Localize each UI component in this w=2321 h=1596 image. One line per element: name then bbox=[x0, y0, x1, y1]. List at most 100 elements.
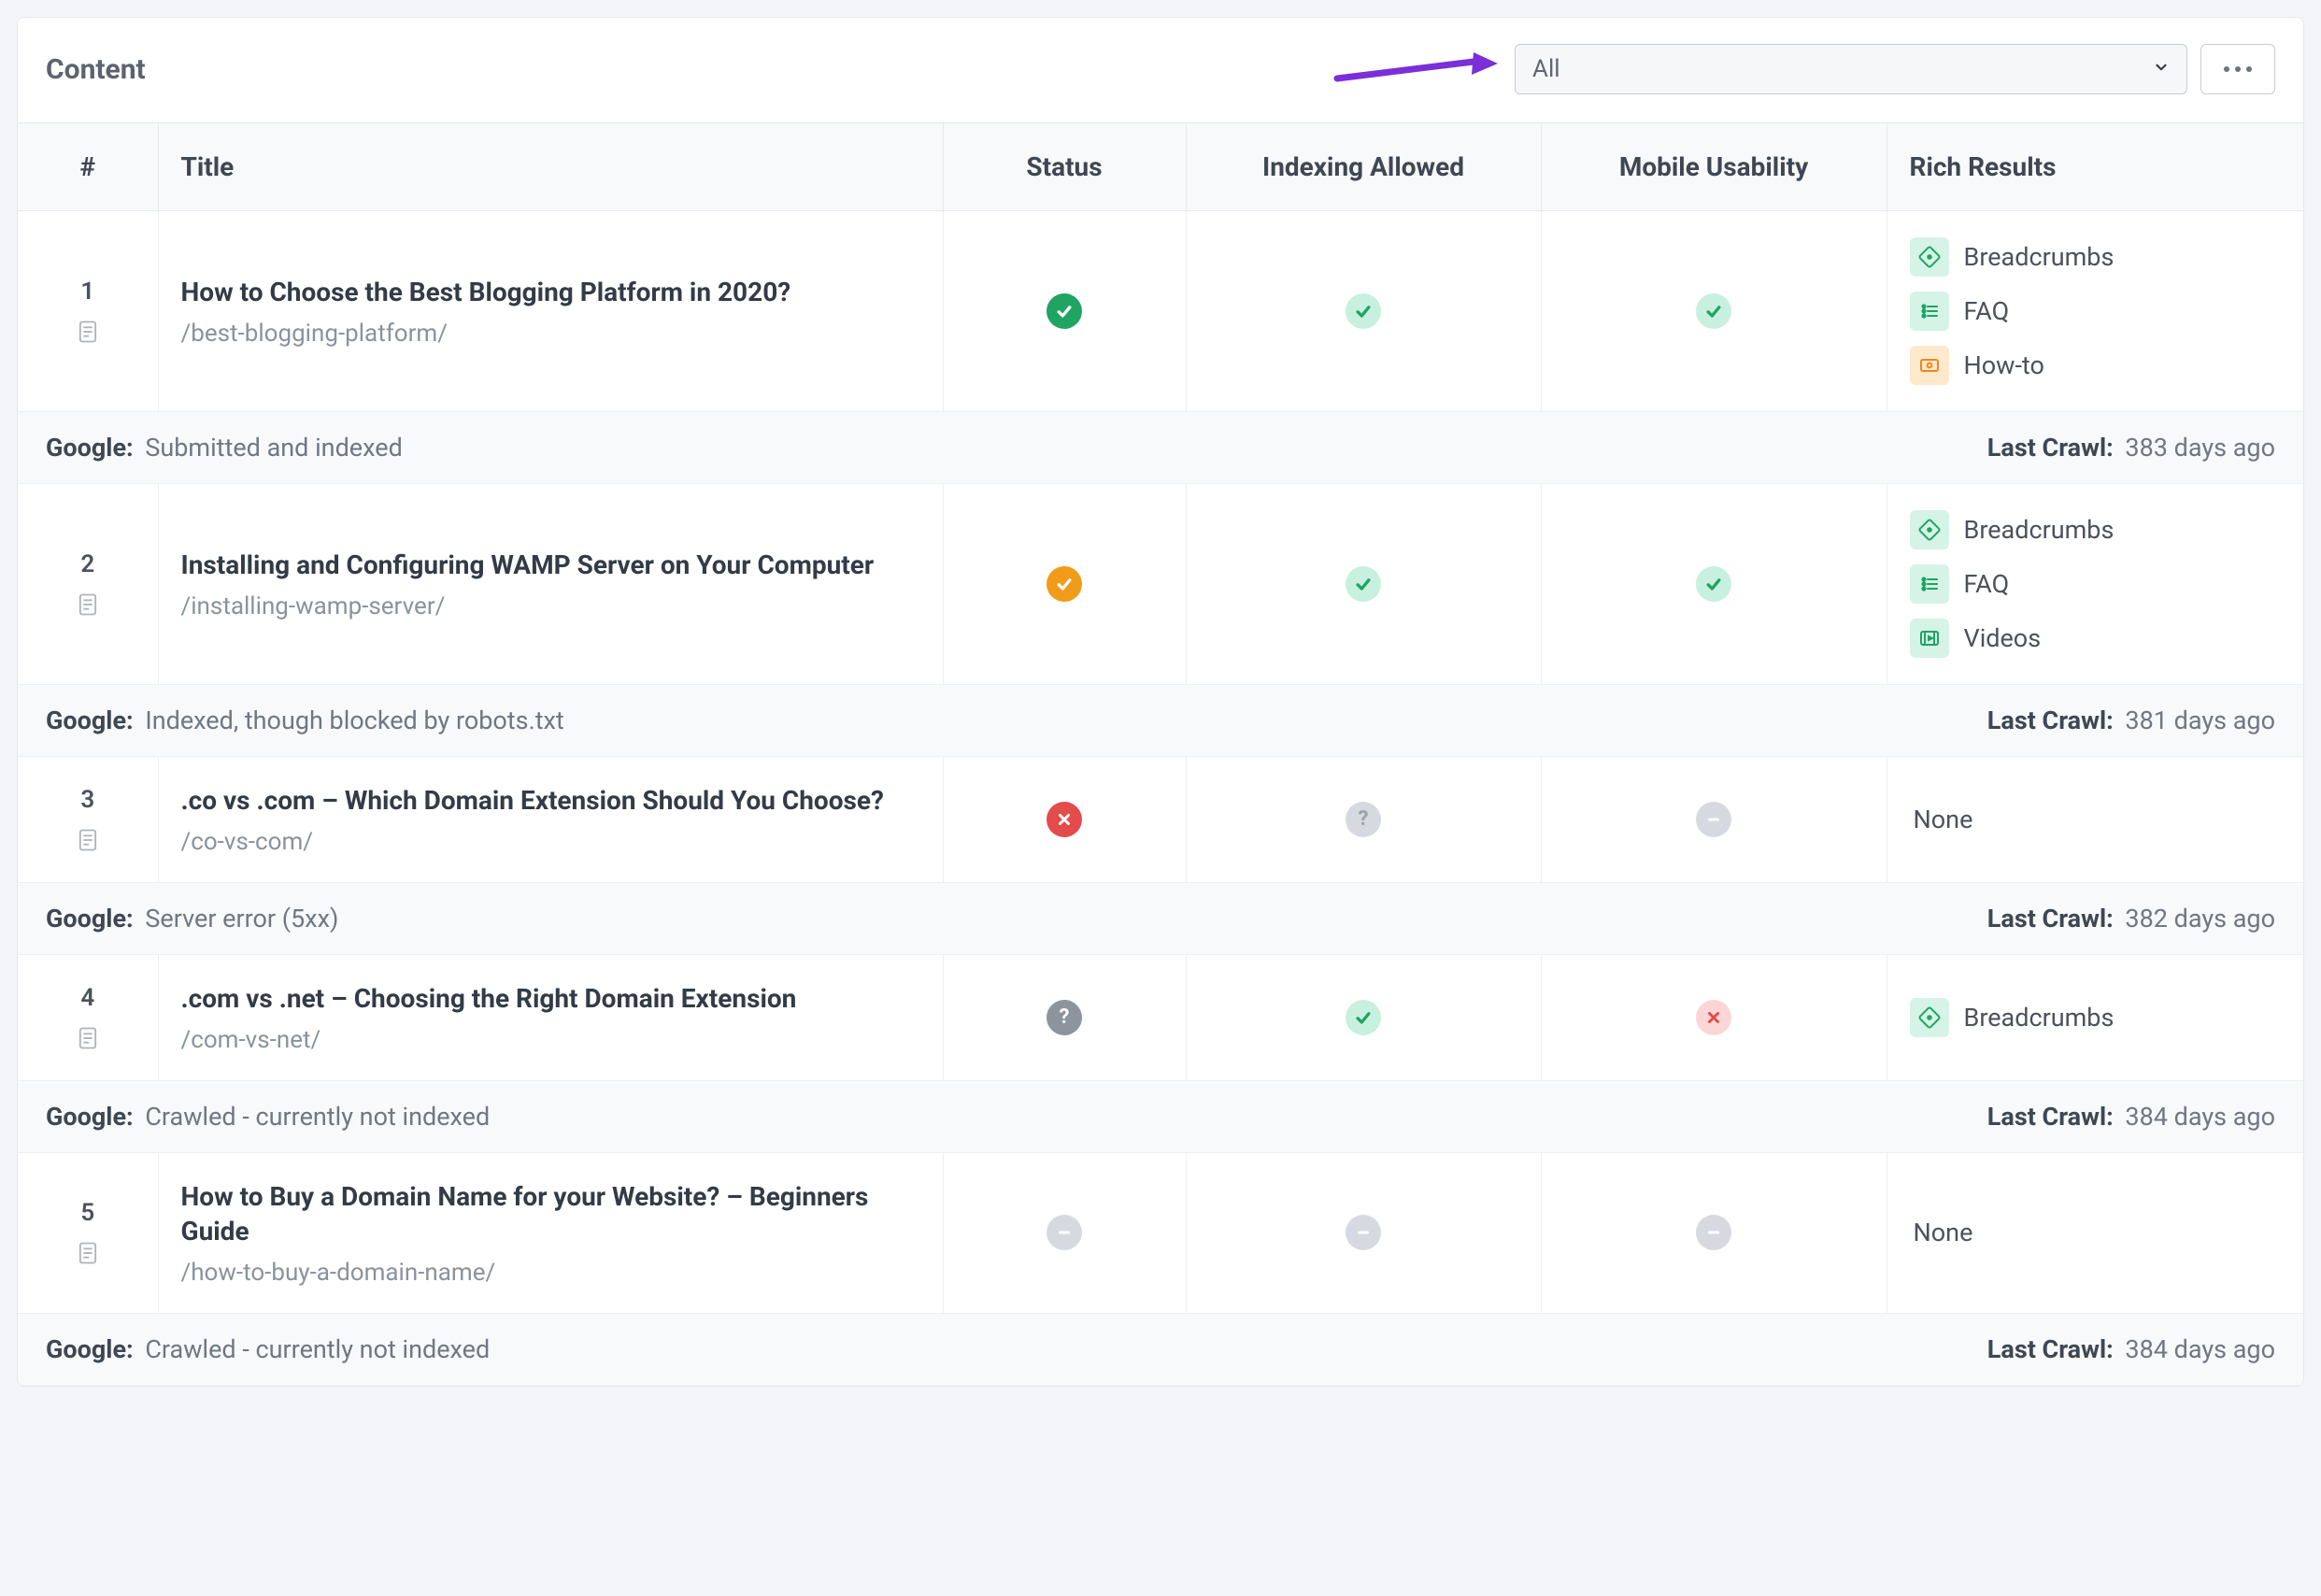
status-indicator-icon bbox=[1346, 1215, 1381, 1250]
last-crawl-label: Last Crawl: bbox=[1987, 1334, 2114, 1364]
col-header-status[interactable]: Status bbox=[943, 123, 1186, 211]
panel-title: Content bbox=[46, 53, 146, 86]
rich-results-cell: Breadcrumbs bbox=[1887, 954, 2303, 1080]
rich-result-item: Breadcrumbs bbox=[1910, 510, 2282, 549]
status-cell bbox=[943, 1152, 1186, 1314]
status-indicator-icon bbox=[1047, 802, 1082, 837]
row-title[interactable]: .co vs .com – Which Domain Extension Sho… bbox=[181, 783, 920, 819]
chevron-down-icon bbox=[2153, 59, 2170, 80]
row-path: /best-blogging-platform/ bbox=[181, 320, 920, 348]
title-cell: Installing and Configuring WAMP Server o… bbox=[158, 484, 943, 685]
indexing-cell bbox=[1186, 211, 1541, 412]
row-title[interactable]: How to Buy a Domain Name for your Websit… bbox=[181, 1179, 920, 1250]
document-icon bbox=[40, 827, 135, 853]
howto-icon bbox=[1910, 346, 1949, 385]
col-header-rich[interactable]: Rich Results bbox=[1887, 123, 2303, 211]
rich-result-item: FAQ bbox=[1910, 292, 2282, 331]
status-indicator-icon bbox=[1346, 1000, 1381, 1035]
content-table: # Title Status Indexing Allowed Mobile U… bbox=[18, 122, 2303, 1386]
row-number-cell: 3 bbox=[18, 757, 158, 883]
content-panel: Content All # bbox=[17, 17, 2304, 1387]
status-indicator-icon bbox=[1346, 293, 1381, 329]
google-status: Google: Indexed, though blocked by robot… bbox=[46, 705, 564, 735]
row-number-cell: 1 bbox=[18, 211, 158, 412]
row-title[interactable]: Installing and Configuring WAMP Server o… bbox=[181, 548, 920, 583]
table-meta-row: Google: Submitted and indexed Last Crawl… bbox=[18, 412, 2303, 484]
last-crawl-label: Last Crawl: bbox=[1987, 433, 2114, 463]
last-crawl-label: Last Crawl: bbox=[1987, 904, 2114, 933]
rich-result-label: FAQ bbox=[1964, 296, 2010, 326]
mobile-cell bbox=[1541, 954, 1887, 1080]
rich-result-item: Breadcrumbs bbox=[1910, 237, 2282, 277]
row-path: /co-vs-com/ bbox=[181, 828, 920, 856]
rich-results-none: None bbox=[1910, 1218, 2282, 1247]
rich-results-cell: Breadcrumbs FAQ How-to bbox=[1887, 211, 2303, 412]
rich-result-item: How-to bbox=[1910, 346, 2282, 385]
rich-results-list: Breadcrumbs FAQ How-to bbox=[1910, 237, 2282, 385]
table-meta-row: Google: Crawled - currently not indexed … bbox=[18, 1080, 2303, 1152]
rich-results-none: None bbox=[1910, 805, 2282, 834]
rich-result-label: Breadcrumbs bbox=[1964, 515, 2115, 545]
mobile-cell bbox=[1541, 211, 1887, 412]
row-title[interactable]: .com vs .net – Choosing the Right Domain… bbox=[181, 981, 920, 1017]
status-indicator-icon bbox=[1696, 566, 1731, 602]
document-icon bbox=[40, 1025, 135, 1051]
indexing-cell bbox=[1186, 954, 1541, 1080]
rich-result-item: Videos bbox=[1910, 619, 2282, 658]
table-row[interactable]: 3 .co vs .com – Which Domain Extension S… bbox=[18, 757, 2303, 883]
col-header-title[interactable]: Title bbox=[158, 123, 943, 211]
breadcrumbs-icon bbox=[1910, 510, 1949, 549]
google-label: Google: bbox=[46, 705, 134, 735]
google-status: Google: Submitted and indexed bbox=[46, 433, 403, 463]
row-path: /com-vs-net/ bbox=[181, 1026, 920, 1054]
status-indicator-icon bbox=[1696, 1215, 1731, 1250]
col-header-indexing[interactable]: Indexing Allowed bbox=[1186, 123, 1541, 211]
last-crawl-label: Last Crawl: bbox=[1987, 705, 2114, 735]
table-row[interactable]: 2 Installing and Configuring WAMP Server… bbox=[18, 484, 2303, 685]
status-indicator-icon: ? bbox=[1047, 1000, 1082, 1035]
title-cell: How to Choose the Best Blogging Platform… bbox=[158, 211, 943, 412]
rich-result-label: Videos bbox=[1964, 623, 2042, 653]
table-row[interactable]: 1 How to Choose the Best Blogging Platfo… bbox=[18, 211, 2303, 412]
more-options-button[interactable] bbox=[2200, 44, 2275, 94]
table-row[interactable]: 5 How to Buy a Domain Name for your Webs… bbox=[18, 1152, 2303, 1314]
last-crawl: Last Crawl: 384 days ago bbox=[1987, 1334, 2275, 1364]
google-label: Google: bbox=[46, 1334, 134, 1364]
table-row[interactable]: 4 .com vs .net – Choosing the Right Doma… bbox=[18, 954, 2303, 1080]
indexing-cell bbox=[1186, 1152, 1541, 1314]
status-indicator-icon bbox=[1696, 1000, 1731, 1035]
row-number: 5 bbox=[40, 1199, 135, 1227]
last-crawl: Last Crawl: 382 days ago bbox=[1987, 904, 2275, 933]
google-label: Google: bbox=[46, 1102, 134, 1132]
row-number-cell: 4 bbox=[18, 954, 158, 1080]
row-number-cell: 2 bbox=[18, 484, 158, 685]
title-cell: .co vs .com – Which Domain Extension Sho… bbox=[158, 757, 943, 883]
col-header-mobile[interactable]: Mobile Usability bbox=[1541, 123, 1887, 211]
mobile-cell bbox=[1541, 757, 1887, 883]
indexing-cell: ? bbox=[1186, 757, 1541, 883]
row-path: /installing-wamp-server/ bbox=[181, 592, 920, 620]
google-status: Google: Crawled - currently not indexed bbox=[46, 1334, 490, 1364]
row-number: 3 bbox=[40, 786, 135, 814]
title-cell: .com vs .net – Choosing the Right Domain… bbox=[158, 954, 943, 1080]
google-status-value: Submitted and indexed bbox=[145, 433, 402, 463]
last-crawl: Last Crawl: 384 days ago bbox=[1987, 1102, 2275, 1132]
status-cell bbox=[943, 211, 1186, 412]
document-icon bbox=[40, 1240, 135, 1266]
rich-results-list: Breadcrumbs bbox=[1910, 998, 2282, 1037]
status-indicator-icon: ? bbox=[1346, 802, 1381, 837]
last-crawl: Last Crawl: 383 days ago bbox=[1987, 433, 2275, 463]
document-icon bbox=[40, 591, 135, 618]
rich-result-label: FAQ bbox=[1964, 569, 2010, 599]
col-header-num[interactable]: # bbox=[18, 123, 158, 211]
pointer-arrow-icon bbox=[1333, 49, 1502, 90]
filter-dropdown[interactable]: All bbox=[1515, 44, 2187, 94]
google-status-value: Indexed, though blocked by robots.txt bbox=[145, 705, 563, 735]
google-status: Google: Crawled - currently not indexed bbox=[46, 1102, 490, 1132]
dots-icon bbox=[2224, 66, 2229, 72]
table-meta-row: Google: Crawled - currently not indexed … bbox=[18, 1314, 2303, 1386]
row-title[interactable]: How to Choose the Best Blogging Platform… bbox=[181, 275, 920, 310]
google-status: Google: Server error (5xx) bbox=[46, 904, 338, 933]
google-label: Google: bbox=[46, 433, 134, 463]
row-number: 1 bbox=[40, 278, 135, 306]
